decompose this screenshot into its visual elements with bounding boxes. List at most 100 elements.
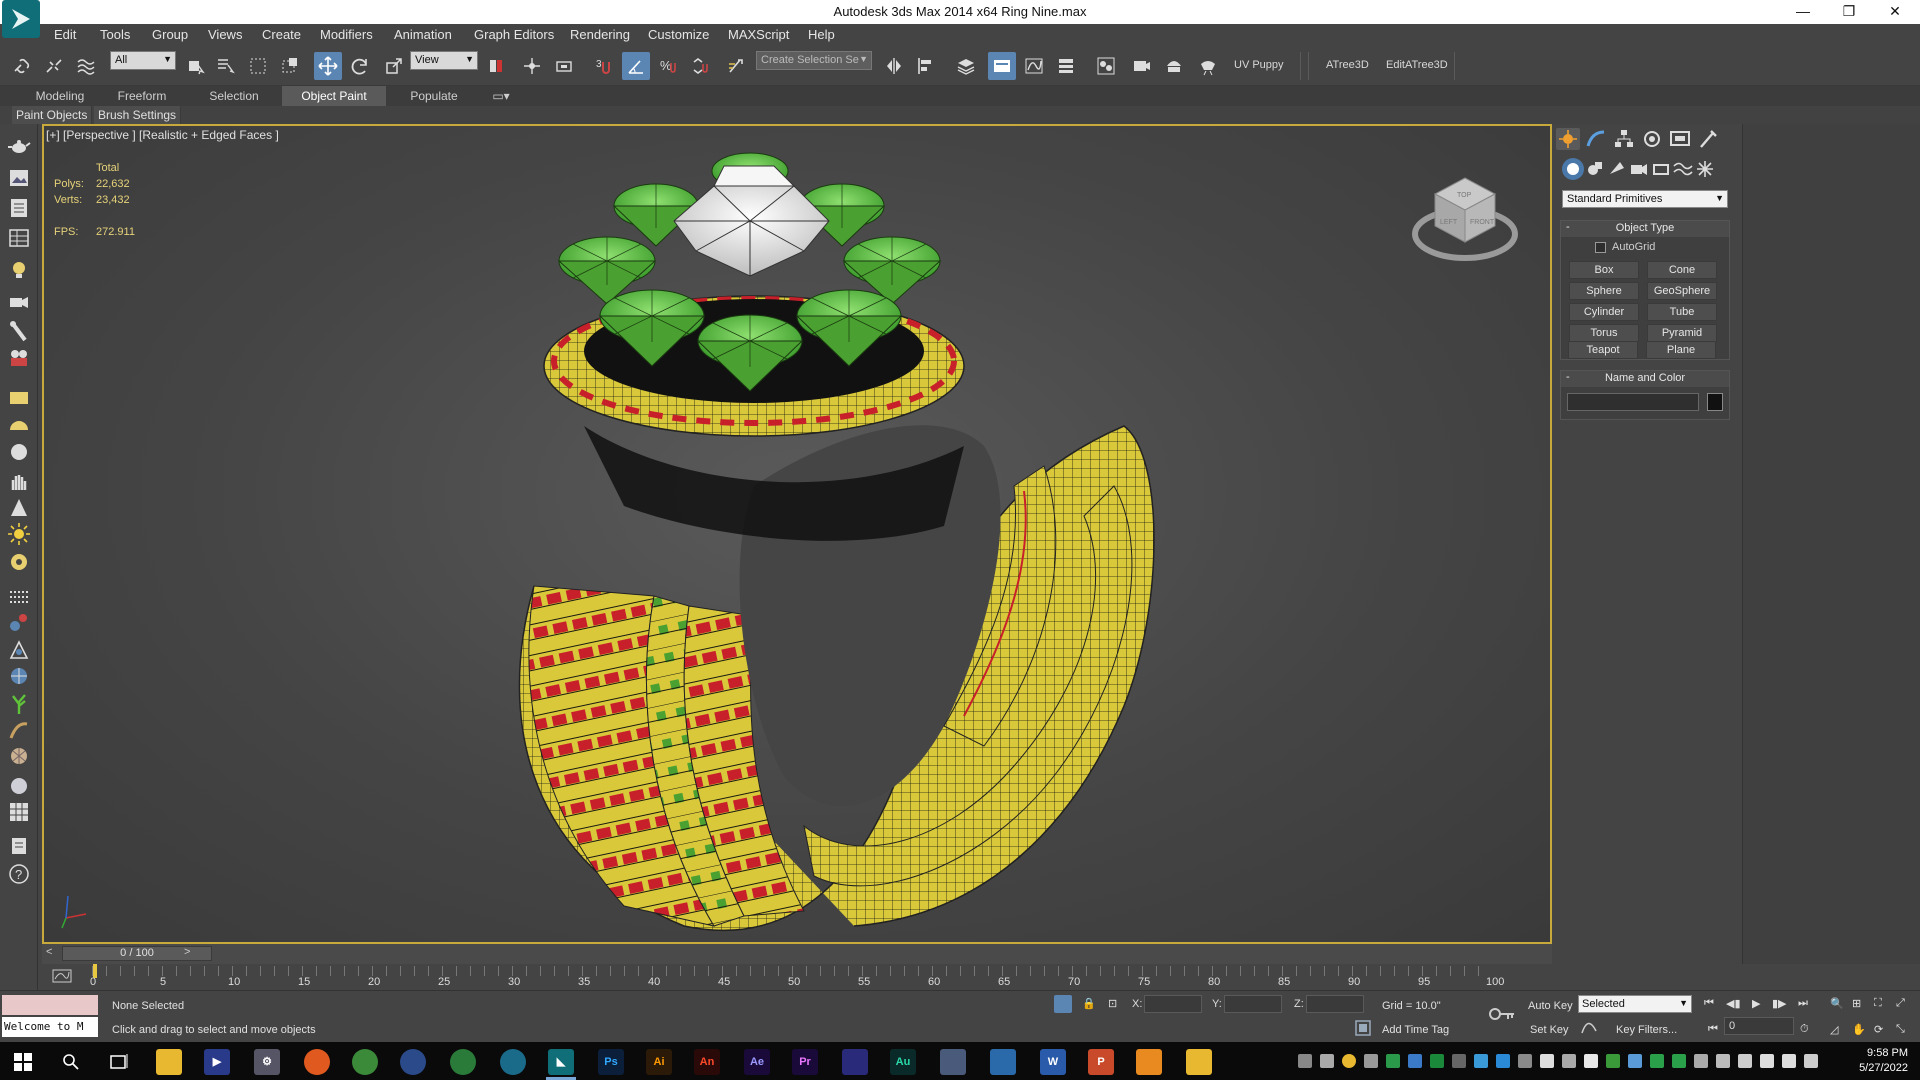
menu-edit[interactable]: Edit: [54, 27, 76, 42]
set-key-mode-icon[interactable]: [1488, 1005, 1516, 1023]
tray-icon[interactable]: [1672, 1054, 1686, 1068]
geosphere-button[interactable]: GeoSphere: [1647, 282, 1717, 300]
particle-icon[interactable]: [7, 584, 31, 608]
list-icon[interactable]: [7, 196, 31, 220]
material-sphere-icon[interactable]: [7, 774, 31, 798]
window-crossing-icon[interactable]: [276, 52, 304, 80]
unlink-icon[interactable]: [40, 52, 68, 80]
go-to-end-icon[interactable]: ⏭: [1798, 997, 1808, 1010]
tray-icon[interactable]: [1342, 1054, 1356, 1068]
bind-space-warp-icon[interactable]: [72, 52, 100, 80]
y-coordinate-field[interactable]: [1224, 995, 1282, 1013]
windows-start-icon[interactable]: [14, 1053, 32, 1071]
z-coordinate-field[interactable]: [1306, 995, 1364, 1013]
go-to-start-icon[interactable]: ⏮: [1704, 997, 1714, 1010]
outlook-icon[interactable]: [990, 1049, 1016, 1075]
tray-icon[interactable]: [1474, 1054, 1488, 1068]
ribbon-options-icon[interactable]: ▭▾: [486, 86, 516, 106]
sphere-primitive-icon[interactable]: [7, 440, 31, 464]
lightbulb-icon[interactable]: [7, 258, 31, 282]
x-coordinate-field[interactable]: [1144, 995, 1202, 1013]
viewport-label[interactable]: [+] [Perspective ] [Realistic + Edged Fa…: [46, 128, 279, 142]
tray-icon[interactable]: [1562, 1054, 1576, 1068]
chrome-icon[interactable]: [352, 1049, 378, 1075]
modify-tab-icon[interactable]: [1584, 128, 1608, 150]
menu-modifiers[interactable]: Modifiers: [320, 27, 373, 42]
disc-icon[interactable]: [7, 550, 31, 574]
uv-puppy-button[interactable]: UV Puppy: [1234, 59, 1284, 71]
audition-icon[interactable]: Au: [890, 1049, 916, 1075]
tab-selection[interactable]: Selection: [194, 86, 274, 106]
orbit-icon[interactable]: ⟳: [1874, 1023, 1883, 1036]
current-frame-field[interactable]: 0: [1724, 1017, 1794, 1035]
brush-settings-panel[interactable]: Brush Settings: [94, 106, 182, 124]
systems-icon[interactable]: [1694, 158, 1716, 180]
key-mode-toggle-icon[interactable]: ⏮: [1708, 1023, 1718, 1036]
named-selection-set-select[interactable]: Create Selection Se ▼: [756, 51, 872, 70]
menu-animation[interactable]: Animation: [394, 27, 452, 42]
geometry-icon[interactable]: [1562, 158, 1584, 180]
maximize-toggle-icon[interactable]: ⤡: [1896, 1023, 1905, 1036]
name-and-color-header[interactable]: - Name and Color: [1561, 371, 1729, 387]
add-time-tag-button[interactable]: Add Time Tag: [1382, 1024, 1449, 1036]
menu-tools[interactable]: Tools: [100, 27, 130, 42]
viewcube-front-label[interactable]: FRONT: [1470, 219, 1495, 226]
cylinder-button[interactable]: Cylinder: [1569, 303, 1639, 321]
track-ruler[interactable]: [92, 966, 1492, 976]
field-of-view-icon[interactable]: ◿: [1830, 1023, 1838, 1036]
render-setup-icon[interactable]: [1128, 52, 1156, 80]
tray-icon[interactable]: [1408, 1054, 1422, 1068]
cone-primitive-icon[interactable]: [7, 496, 31, 520]
object-name-input[interactable]: [1567, 393, 1699, 411]
globe-icon[interactable]: [7, 664, 31, 688]
tray-icon[interactable]: [1716, 1054, 1730, 1068]
pyramid-button[interactable]: Pyramid: [1647, 324, 1717, 342]
folder-icon[interactable]: [1186, 1049, 1212, 1075]
tray-icon[interactable]: [1364, 1054, 1378, 1068]
tray-icon[interactable]: [1452, 1054, 1466, 1068]
schematic-view-icon[interactable]: [1052, 52, 1080, 80]
browser-search-icon[interactable]: [400, 1049, 426, 1075]
tray-icon[interactable]: [1606, 1054, 1620, 1068]
keyboard-shortcut-override-icon[interactable]: [550, 52, 578, 80]
torus-button[interactable]: Torus: [1569, 324, 1639, 342]
zoom-extents-icon[interactable]: ⛶: [1874, 997, 1882, 1010]
pan-view-icon[interactable]: ✋: [1852, 1023, 1866, 1036]
tab-modeling[interactable]: Modeling: [18, 86, 102, 106]
material-editor-icon[interactable]: [1092, 52, 1120, 80]
graphite-toolbar-icon[interactable]: [988, 52, 1016, 80]
absolute-mode-icon[interactable]: ⊡: [1108, 997, 1117, 1010]
tab-freeform[interactable]: Freeform: [102, 86, 182, 106]
maximize-viewport-icon[interactable]: ⤢: [1896, 997, 1905, 1010]
camera-rig-icon[interactable]: [7, 290, 31, 314]
link-icon[interactable]: [8, 52, 36, 80]
time-tag-icon[interactable]: [1354, 1019, 1372, 1037]
plane-button[interactable]: Plane: [1646, 341, 1716, 359]
photoshop-icon[interactable]: Ps: [598, 1049, 624, 1075]
layer-manager-icon[interactable]: [952, 52, 980, 80]
paint-objects-panel[interactable]: Paint Objects: [12, 106, 93, 124]
sphere-button[interactable]: Sphere: [1569, 282, 1639, 300]
tray-icon[interactable]: [1738, 1054, 1752, 1068]
sun-icon[interactable]: [7, 522, 31, 546]
edit-atree3d-button[interactable]: EditATree3D: [1386, 59, 1448, 71]
select-and-scale-icon[interactable]: [380, 52, 408, 80]
create-tab-icon[interactable]: [1556, 128, 1580, 150]
edit-named-selection-icon[interactable]: [722, 52, 750, 80]
box-button[interactable]: Box: [1569, 261, 1639, 279]
menu-customize[interactable]: Customize: [648, 27, 709, 42]
rendered-frame-window-icon[interactable]: [1160, 52, 1188, 80]
help-icon[interactable]: ?: [7, 862, 31, 886]
search-icon[interactable]: [62, 1053, 80, 1071]
powerpoint-icon[interactable]: P: [1088, 1049, 1114, 1075]
time-configuration-icon[interactable]: ⏱: [1800, 1023, 1809, 1036]
teapot-button[interactable]: Teapot: [1568, 341, 1638, 359]
tray-icon[interactable]: [1430, 1054, 1444, 1068]
menu-views[interactable]: Views: [208, 27, 242, 42]
next-frame-icon[interactable]: ▮▶: [1772, 997, 1787, 1010]
track-bar[interactable]: 0 5 10 15 20 25 30 35 40 45 50 55 60 65 …: [42, 964, 1552, 990]
selection-filter-select[interactable]: All ▼: [110, 51, 176, 70]
tray-icon[interactable]: [1694, 1054, 1708, 1068]
ring-model[interactable]: [424, 126, 1204, 944]
cameras-icon[interactable]: [1628, 158, 1650, 180]
